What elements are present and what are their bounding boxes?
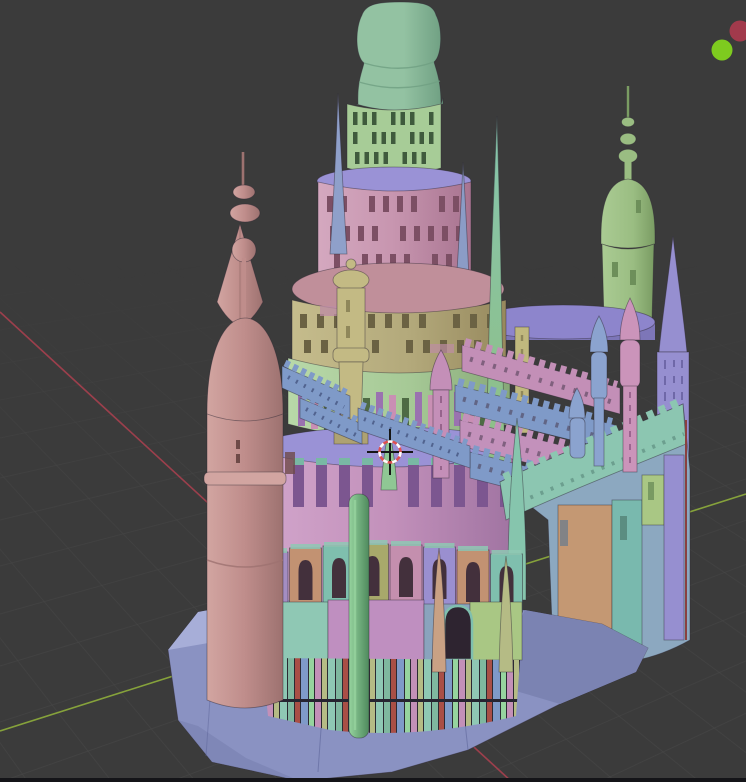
patchwork-band (261, 599, 523, 663)
gizmo-y-axis-ball[interactable] (711, 39, 733, 61)
green-pole (348, 493, 370, 739)
blender-3d-viewport[interactable] (0, 0, 746, 782)
viewport-canvas[interactable] (0, 0, 746, 782)
sage-dome (355, 1, 444, 111)
green-window-cylinder (346, 103, 442, 176)
bazaar-slats (262, 658, 520, 733)
viewport-bottom-border (0, 778, 746, 782)
pink-minaret-right (619, 297, 641, 473)
arch-doorway (442, 604, 474, 662)
